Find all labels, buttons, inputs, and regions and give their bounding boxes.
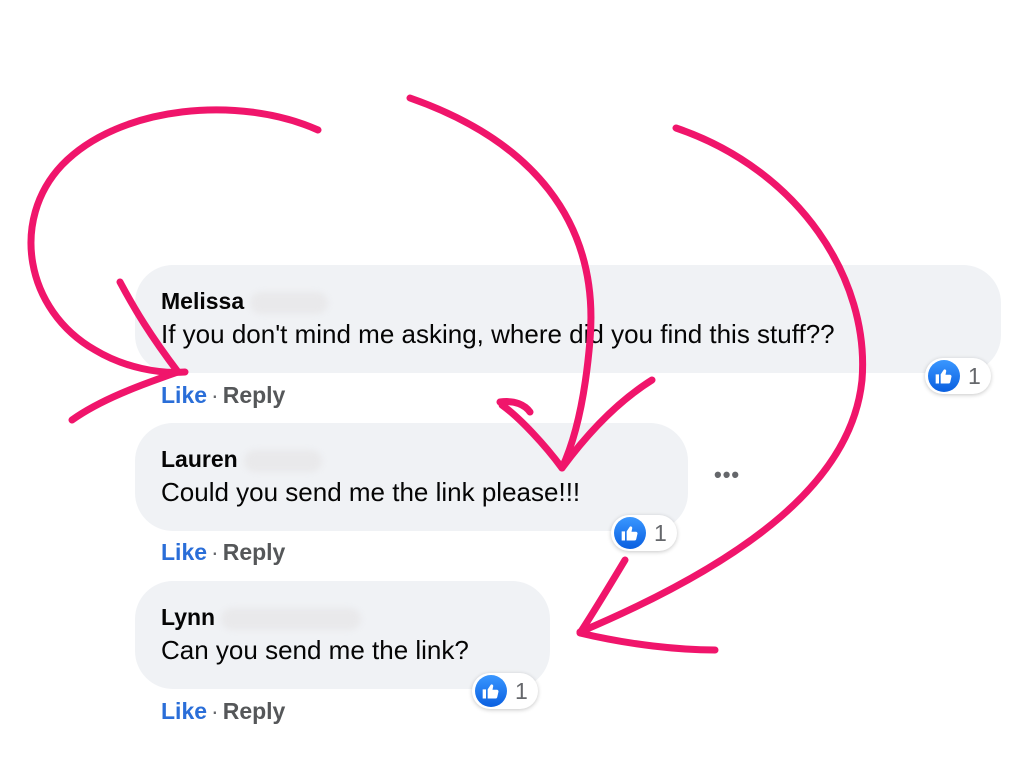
reply-button[interactable]: Reply [223,539,286,565]
thumbs-up-icon [928,360,960,392]
comment-author[interactable]: Lauren [161,445,688,473]
annotation-arrowhead [496,398,534,416]
comment-bubble-lauren: Lauren Could you send me the link please… [135,423,688,531]
comment-actions: Like · Reply [161,381,285,409]
thumbs-up-icon [614,517,646,549]
comment-author-name[interactable]: Melissa [161,288,244,314]
like-button[interactable]: Like [161,382,207,408]
annotation-arrowhead [576,556,719,654]
action-separator: · [211,539,219,565]
comment-bubble-melissa: Melissa If you don't mind me asking, whe… [135,265,1001,373]
reaction-summary[interactable]: 1 [925,358,991,394]
reaction-count: 1 [968,362,981,389]
comment-text: If you don't mind me asking, where did y… [161,319,835,349]
action-separator: · [211,382,219,408]
reply-button[interactable]: Reply [223,382,286,408]
like-button[interactable]: Like [161,539,207,565]
reply-button[interactable]: Reply [223,698,286,724]
redacted-surname [243,449,322,472]
comment-author-name[interactable]: Lynn [161,604,215,630]
more-options-icon[interactable]: ••• [714,462,740,488]
reaction-count: 1 [515,677,528,704]
reaction-summary[interactable]: 1 [472,673,538,709]
comment-thread: Melissa If you don't mind me asking, whe… [0,0,1010,780]
like-button[interactable]: Like [161,698,207,724]
thumbs-up-icon [475,675,507,707]
comment-author[interactable]: Lynn [161,603,550,631]
reaction-count: 1 [654,519,667,546]
comment-author-name[interactable]: Lauren [161,446,238,472]
comment-author[interactable]: Melissa [161,287,1001,315]
redacted-surname [250,291,329,314]
comment-text: Could you send me the link please!!! [161,477,581,507]
reaction-summary[interactable]: 1 [611,515,677,551]
action-separator: · [211,698,219,724]
comment-text: Can you send me the link? [161,635,469,665]
comment-actions: Like · Reply [161,538,285,566]
redacted-surname [221,607,362,630]
annotation-arrow [576,124,867,636]
comment-actions: Like · Reply [161,697,285,725]
